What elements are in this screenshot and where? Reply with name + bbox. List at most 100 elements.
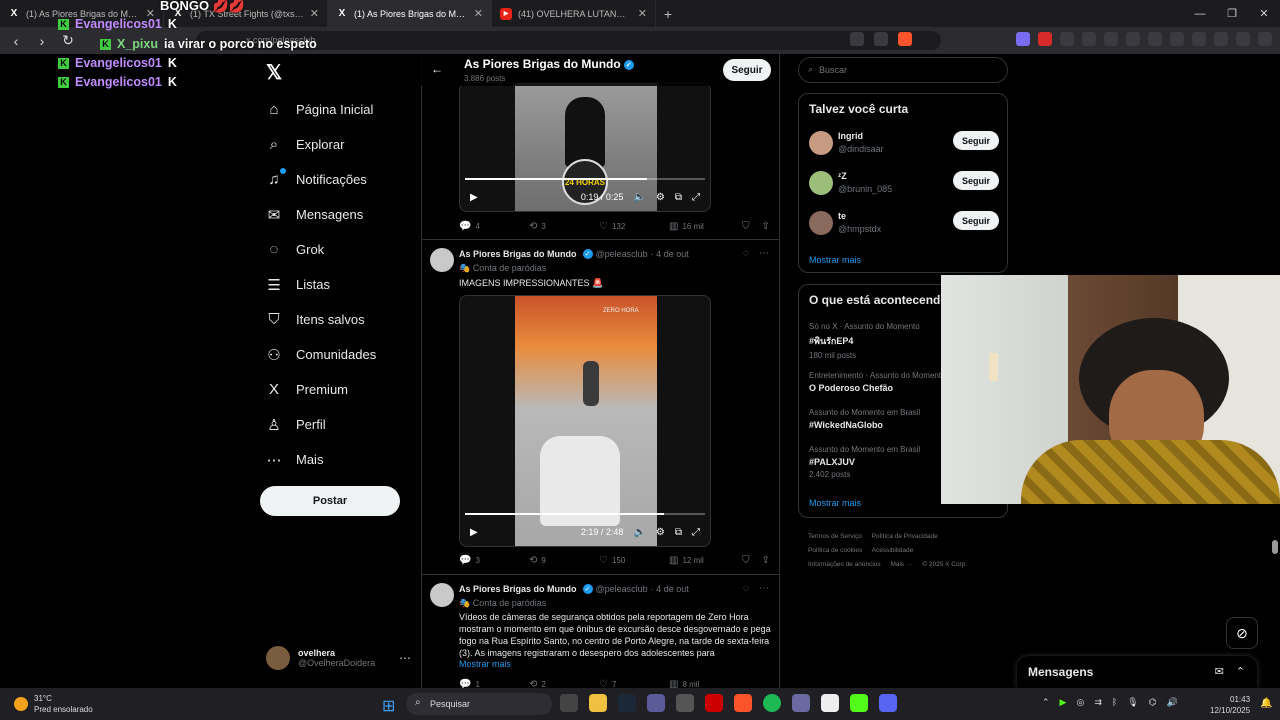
follow-button[interactable]: Seguir: [953, 211, 999, 230]
browser-tab-active[interactable]: X (1) As Piores Brigas do Mundo (@ ✕: [328, 0, 492, 27]
more-icon[interactable]: ⋯: [399, 651, 411, 665]
avatar[interactable]: [809, 171, 833, 195]
expand-up-icon[interactable]: ⌃: [1236, 665, 1245, 678]
sidebar-item-premium[interactable]: X Premium: [266, 372, 376, 407]
weather-widget[interactable]: 31°C Pred ensolarado: [14, 693, 93, 715]
extension-icon[interactable]: [1038, 32, 1052, 46]
suggested-user-name[interactable]: te: [838, 211, 846, 221]
show-more-link[interactable]: Mostrar mais: [459, 659, 511, 669]
post-button[interactable]: Postar: [260, 486, 400, 516]
extension-icon[interactable]: [1016, 32, 1030, 46]
settings-icon[interactable]: ⚙: [656, 192, 665, 203]
settings-icon[interactable]: ⚙: [656, 527, 665, 538]
like-button[interactable]: ♡ 132: [599, 221, 669, 232]
repost-button[interactable]: ⟲ 9: [529, 555, 599, 566]
close-icon[interactable]: ✕: [638, 7, 647, 20]
pip-icon[interactable]: ⧉: [675, 192, 682, 203]
forward-icon[interactable]: ›: [34, 33, 50, 49]
video-progress-bar[interactable]: [465, 178, 705, 180]
close-window-button[interactable]: ✕: [1248, 0, 1280, 27]
back-arrow-icon[interactable]: ←: [431, 62, 443, 76]
wifi-icon[interactable]: ⌬: [1149, 697, 1157, 708]
follow-button[interactable]: Seguir: [953, 131, 999, 150]
maximize-button[interactable]: ❐: [1216, 0, 1248, 27]
search-input[interactable]: ⌕ Buscar: [798, 57, 1008, 83]
post-author-handle[interactable]: @peleasclub: [596, 249, 648, 259]
reply-button[interactable]: 💬 4: [459, 221, 529, 232]
extension-icon[interactable]: [1060, 32, 1074, 46]
puzzle-icon[interactable]: [1104, 32, 1118, 46]
avatar[interactable]: [430, 248, 454, 272]
suggested-user[interactable]: te @hmpstdx Seguir: [809, 211, 999, 239]
sidebar-item-perfil[interactable]: ♙ Perfil: [266, 407, 376, 442]
video-player[interactable]: 24 HORAS ▶ 0:19 / 0:25 🔈 ⚙ ⧉ ⤢: [459, 82, 711, 212]
follow-button[interactable]: Seguir: [953, 171, 999, 190]
volume-icon[interactable]: 🔊: [1167, 697, 1178, 708]
show-more-link[interactable]: Mostrar mais: [809, 498, 861, 508]
views-button[interactable]: ▥ 12 mil: [669, 555, 739, 566]
more-icon[interactable]: ⋯: [759, 583, 769, 594]
notification-bell-icon[interactable]: 🔔: [1260, 698, 1272, 709]
file-explorer-icon[interactable]: [589, 694, 607, 712]
tray-icon[interactable]: ⇉: [1094, 697, 1102, 708]
grok-icon[interactable]: ◌: [743, 583, 749, 594]
post-card[interactable]: As Piores Brigas do Mundo ✓ @peleasclub …: [421, 574, 779, 690]
post-author-handle[interactable]: @peleasclub: [596, 584, 648, 594]
sidebar-item-mensagens[interactable]: ✉ Mensagens: [266, 197, 376, 232]
menu-icon[interactable]: [1258, 32, 1272, 46]
footer-link[interactable]: Mais ···: [890, 561, 912, 568]
minimize-button[interactable]: —: [1184, 0, 1216, 27]
video-player[interactable]: ZERO HORA ▶ 2:19 / 2:48 🔈 ⚙ ⧉ ⤢: [459, 295, 711, 547]
sidebar-item-notificacoes[interactable]: ♫ Notificações: [266, 162, 376, 197]
account-switcher[interactable]: ovelhera @OvelheraDoidera ⋯: [266, 646, 411, 670]
reply-button[interactable]: 💬 3: [459, 555, 529, 566]
new-tab-button[interactable]: +: [656, 0, 680, 27]
chevron-up-icon[interactable]: ⌃: [1042, 697, 1050, 708]
footer-link[interactable]: Política de cookies: [808, 547, 862, 554]
bookmark-icon[interactable]: ⛉: [742, 221, 750, 232]
extension-icon[interactable]: [1082, 32, 1096, 46]
discord-icon[interactable]: [879, 694, 897, 712]
github-icon[interactable]: [676, 694, 694, 712]
zoom-icon[interactable]: [874, 32, 888, 46]
compose-message-icon[interactable]: ✉: [1215, 665, 1224, 678]
windows-start-icon[interactable]: ⊞: [382, 696, 395, 716]
brave-shield-icon[interactable]: [898, 32, 912, 46]
avatar[interactable]: [430, 583, 454, 607]
sidebar-item-explorar[interactable]: ⌕ Explorar: [266, 127, 376, 162]
like-button[interactable]: ♡ 150: [599, 555, 669, 566]
reload-icon[interactable]: ↻: [60, 32, 76, 49]
mic-icon[interactable]: 🎙: [1127, 697, 1138, 708]
avatar[interactable]: [809, 211, 833, 235]
bookmark-icon[interactable]: ⛉: [742, 555, 750, 566]
post-date[interactable]: · 4 de out: [651, 584, 689, 594]
opera-icon[interactable]: [705, 694, 723, 712]
app-icon[interactable]: [647, 694, 665, 712]
footer-link[interactable]: Acessibilidade: [872, 547, 914, 554]
grok-icon[interactable]: ◌: [743, 248, 749, 259]
steam-icon[interactable]: [618, 694, 636, 712]
app-icon[interactable]: [792, 694, 810, 712]
file-icon[interactable]: [821, 694, 839, 712]
play-icon[interactable]: ▶: [1060, 697, 1067, 708]
post-author-name[interactable]: As Piores Brigas do Mundo: [459, 249, 577, 259]
x-logo-icon[interactable]: 𝕏: [266, 60, 282, 85]
share-icon[interactable]: ⇪: [762, 221, 770, 232]
play-icon[interactable]: ▶: [470, 527, 478, 538]
back-icon[interactable]: ‹: [8, 33, 24, 49]
taskbar-search[interactable]: ⌕ Pesquisar: [406, 693, 552, 715]
sidebar-item-grok[interactable]: ◌ Grok: [266, 232, 376, 267]
share-icon[interactable]: ⇪: [762, 555, 770, 566]
spotify-icon[interactable]: [763, 694, 781, 712]
pip-icon[interactable]: ⧉: [675, 527, 682, 538]
bluetooth-icon[interactable]: ᛒ: [1112, 697, 1117, 708]
kick-icon[interactable]: [850, 694, 868, 712]
avatar[interactable]: [809, 131, 833, 155]
fullscreen-icon[interactable]: ⤢: [692, 192, 700, 203]
sidebar-item-itens-salvos[interactable]: ⛉ Itens salvos: [266, 302, 376, 337]
post-author-name[interactable]: As Piores Brigas do Mundo: [459, 584, 577, 594]
repost-button[interactable]: ⟲ 3: [529, 221, 599, 232]
wallet-icon[interactable]: [1192, 32, 1206, 46]
volume-icon[interactable]: 🔈: [633, 192, 645, 203]
music-icon[interactable]: [1148, 32, 1162, 46]
